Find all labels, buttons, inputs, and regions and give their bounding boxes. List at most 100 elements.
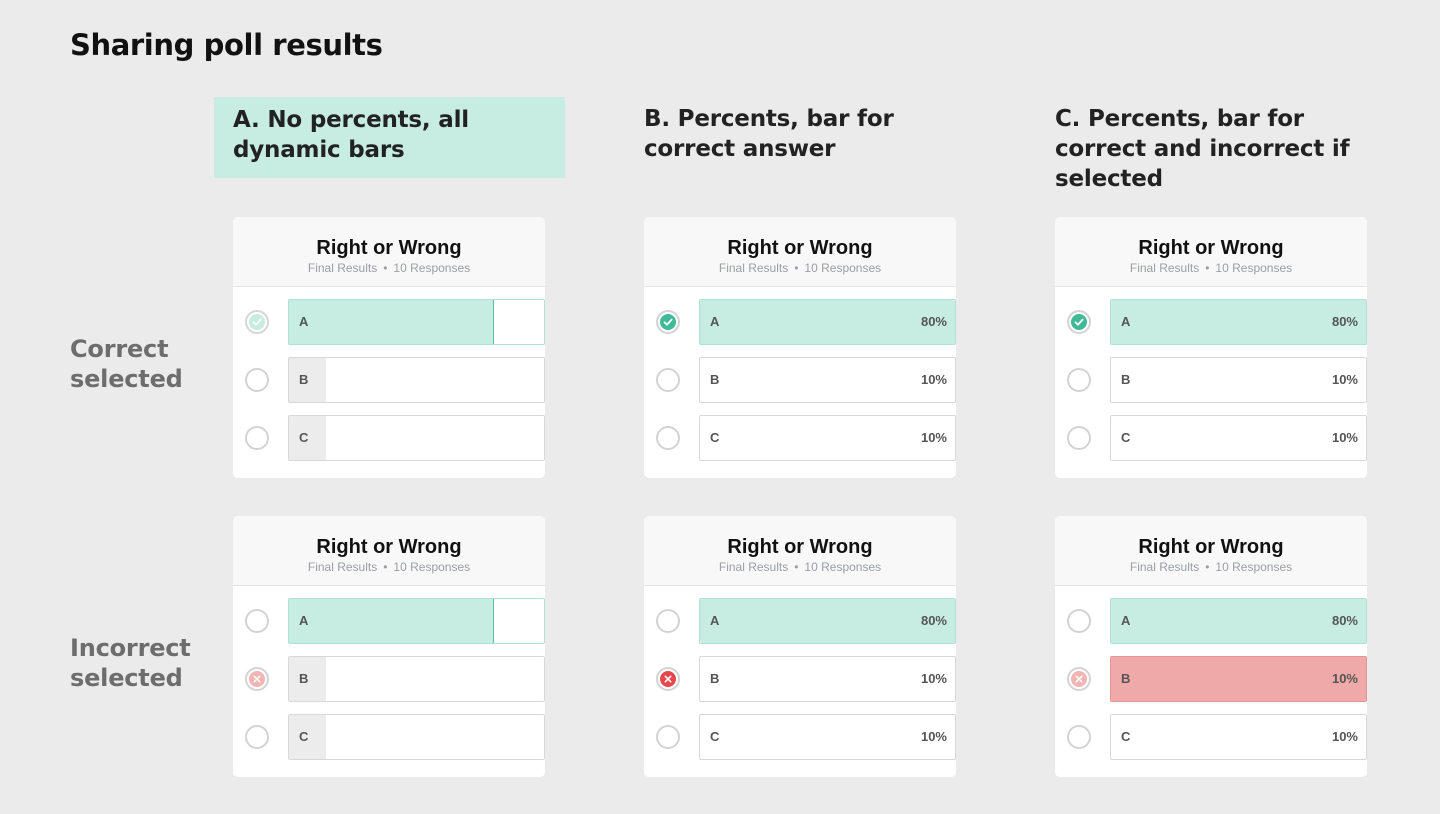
column-heading-b: B. Percents, bar for correct answer xyxy=(644,106,894,162)
poll-option-c[interactable]: C xyxy=(245,714,545,760)
poll-option-c[interactable]: C 10% xyxy=(1067,415,1367,461)
poll-option-c[interactable]: C 10% xyxy=(656,415,956,461)
option-bar: A xyxy=(288,299,545,345)
poll-option-c[interactable]: C xyxy=(245,415,545,461)
option-fill xyxy=(1111,657,1366,701)
poll-card-b-correct: Right or Wrong Final Results • 10 Response… xyxy=(644,217,956,478)
option-fill xyxy=(1111,599,1366,643)
poll-status: Final Results xyxy=(718,261,789,275)
option-letter: B xyxy=(299,372,309,387)
radio-check-icon[interactable] xyxy=(656,310,680,334)
radio-empty-icon[interactable] xyxy=(656,368,680,392)
poll-option-a[interactable]: A xyxy=(245,598,545,644)
radio-check-faded-icon[interactable] xyxy=(245,310,269,334)
poll-title: Right or Wrong xyxy=(727,237,873,259)
option-letter: B xyxy=(1121,372,1131,387)
radio-empty-icon[interactable] xyxy=(1067,368,1091,392)
option-percent: 10% xyxy=(1331,372,1358,387)
poll-card-c-correct: Right or Wrong Final Results • 10 Response… xyxy=(1055,217,1367,478)
radio-check-icon[interactable] xyxy=(1067,310,1091,334)
column-heading-a: A. No percents, all dynamic bars xyxy=(214,97,565,178)
poll-option-b[interactable]: B 10% xyxy=(656,656,956,702)
option-bar: A 80% xyxy=(699,299,956,345)
poll-responses: 10 Responses xyxy=(804,261,882,275)
radio-empty-icon[interactable] xyxy=(245,426,269,450)
option-bar: C xyxy=(288,714,545,760)
option-percent: 10% xyxy=(920,729,947,744)
poll-title: Right or Wrong xyxy=(1138,237,1284,259)
poll-option-a[interactable]: A 80% xyxy=(1067,598,1367,644)
option-bar: B xyxy=(288,357,545,403)
option-letter: C xyxy=(710,430,720,445)
option-letter: A xyxy=(710,613,720,628)
poll-card-a-incorrect: Right or Wrong Final Results • 10 Response… xyxy=(233,516,545,777)
poll-card-header: Right or Wrong Final Results • 10 Response… xyxy=(233,217,545,287)
option-bar: B 10% xyxy=(699,656,956,702)
separator-dot: • xyxy=(383,261,388,275)
poll-responses: 10 Responses xyxy=(393,560,471,574)
option-letter: B xyxy=(1121,671,1131,686)
poll-option-b[interactable]: B 10% xyxy=(1067,656,1367,702)
radio-empty-icon[interactable] xyxy=(656,725,680,749)
radio-empty-icon[interactable] xyxy=(1067,426,1091,450)
separator-dot: • xyxy=(794,560,799,574)
poll-option-b[interactable]: B xyxy=(245,357,545,403)
poll-status: Final Results xyxy=(307,560,378,574)
poll-subtitle: Final Results • 10 Responses xyxy=(644,261,956,275)
page-title: Sharing poll results xyxy=(70,28,383,62)
option-bar: C 10% xyxy=(1110,714,1367,760)
poll-responses: 10 Responses xyxy=(1215,261,1293,275)
option-bar: C 10% xyxy=(1110,415,1367,461)
poll-option-b[interactable]: B 10% xyxy=(656,357,956,403)
option-bar: B 10% xyxy=(1110,656,1367,702)
poll-title: Right or Wrong xyxy=(316,536,462,558)
poll-subtitle: Final Results • 10 Responses xyxy=(233,560,545,574)
poll-option-b[interactable]: B 10% xyxy=(1067,357,1367,403)
option-letter: A xyxy=(710,314,720,329)
option-letter: C xyxy=(299,430,309,445)
poll-option-a[interactable]: A 80% xyxy=(1067,299,1367,345)
radio-empty-icon[interactable] xyxy=(245,609,269,633)
column-heading-c: C. Percents, bar for correct and incorre… xyxy=(1055,106,1350,192)
option-bar: B xyxy=(288,656,545,702)
radio-empty-icon[interactable] xyxy=(656,609,680,633)
option-letter: B xyxy=(710,671,720,686)
poll-responses: 10 Responses xyxy=(393,261,471,275)
poll-option-c[interactable]: C 10% xyxy=(1067,714,1367,760)
poll-card-header: Right or Wrong Final Results • 10 Response… xyxy=(644,516,956,586)
radio-empty-icon[interactable] xyxy=(245,725,269,749)
poll-responses: 10 Responses xyxy=(1215,560,1293,574)
option-percent: 80% xyxy=(1331,314,1358,329)
poll-option-a[interactable]: A xyxy=(245,299,545,345)
radio-x-icon[interactable] xyxy=(656,667,680,691)
option-bar: A xyxy=(288,598,545,644)
poll-card-header: Right or Wrong Final Results • 10 Response… xyxy=(1055,217,1367,287)
option-percent: 10% xyxy=(920,430,947,445)
poll-title: Right or Wrong xyxy=(727,536,873,558)
option-bar: A 80% xyxy=(1110,299,1367,345)
option-letter: C xyxy=(1121,729,1131,744)
separator-dot: • xyxy=(383,560,388,574)
poll-option-b[interactable]: B xyxy=(245,656,545,702)
option-percent: 80% xyxy=(1331,613,1358,628)
poll-option-a[interactable]: A 80% xyxy=(656,598,956,644)
option-bar: C 10% xyxy=(699,714,956,760)
radio-empty-icon[interactable] xyxy=(1067,609,1091,633)
poll-responses: 10 Responses xyxy=(804,560,882,574)
poll-card-a-correct: Right or Wrong Final Results • 10 Response… xyxy=(233,217,545,478)
option-letter: C xyxy=(1121,430,1131,445)
poll-card-c-incorrect: Right or Wrong Final Results • 10 Response… xyxy=(1055,516,1367,777)
poll-option-c[interactable]: C 10% xyxy=(656,714,956,760)
poll-card-b-incorrect: Right or Wrong Final Results • 10 Response… xyxy=(644,516,956,777)
separator-dot: • xyxy=(1205,261,1210,275)
radio-x-faded-icon[interactable] xyxy=(1067,667,1091,691)
radio-empty-icon[interactable] xyxy=(656,426,680,450)
option-letter: B xyxy=(710,372,720,387)
radio-empty-icon[interactable] xyxy=(245,368,269,392)
radio-x-faded-icon[interactable] xyxy=(245,667,269,691)
poll-option-a[interactable]: A 80% xyxy=(656,299,956,345)
radio-empty-icon[interactable] xyxy=(1067,725,1091,749)
option-percent: 80% xyxy=(920,314,947,329)
option-bar: B 10% xyxy=(699,357,956,403)
option-letter: A xyxy=(299,314,309,329)
